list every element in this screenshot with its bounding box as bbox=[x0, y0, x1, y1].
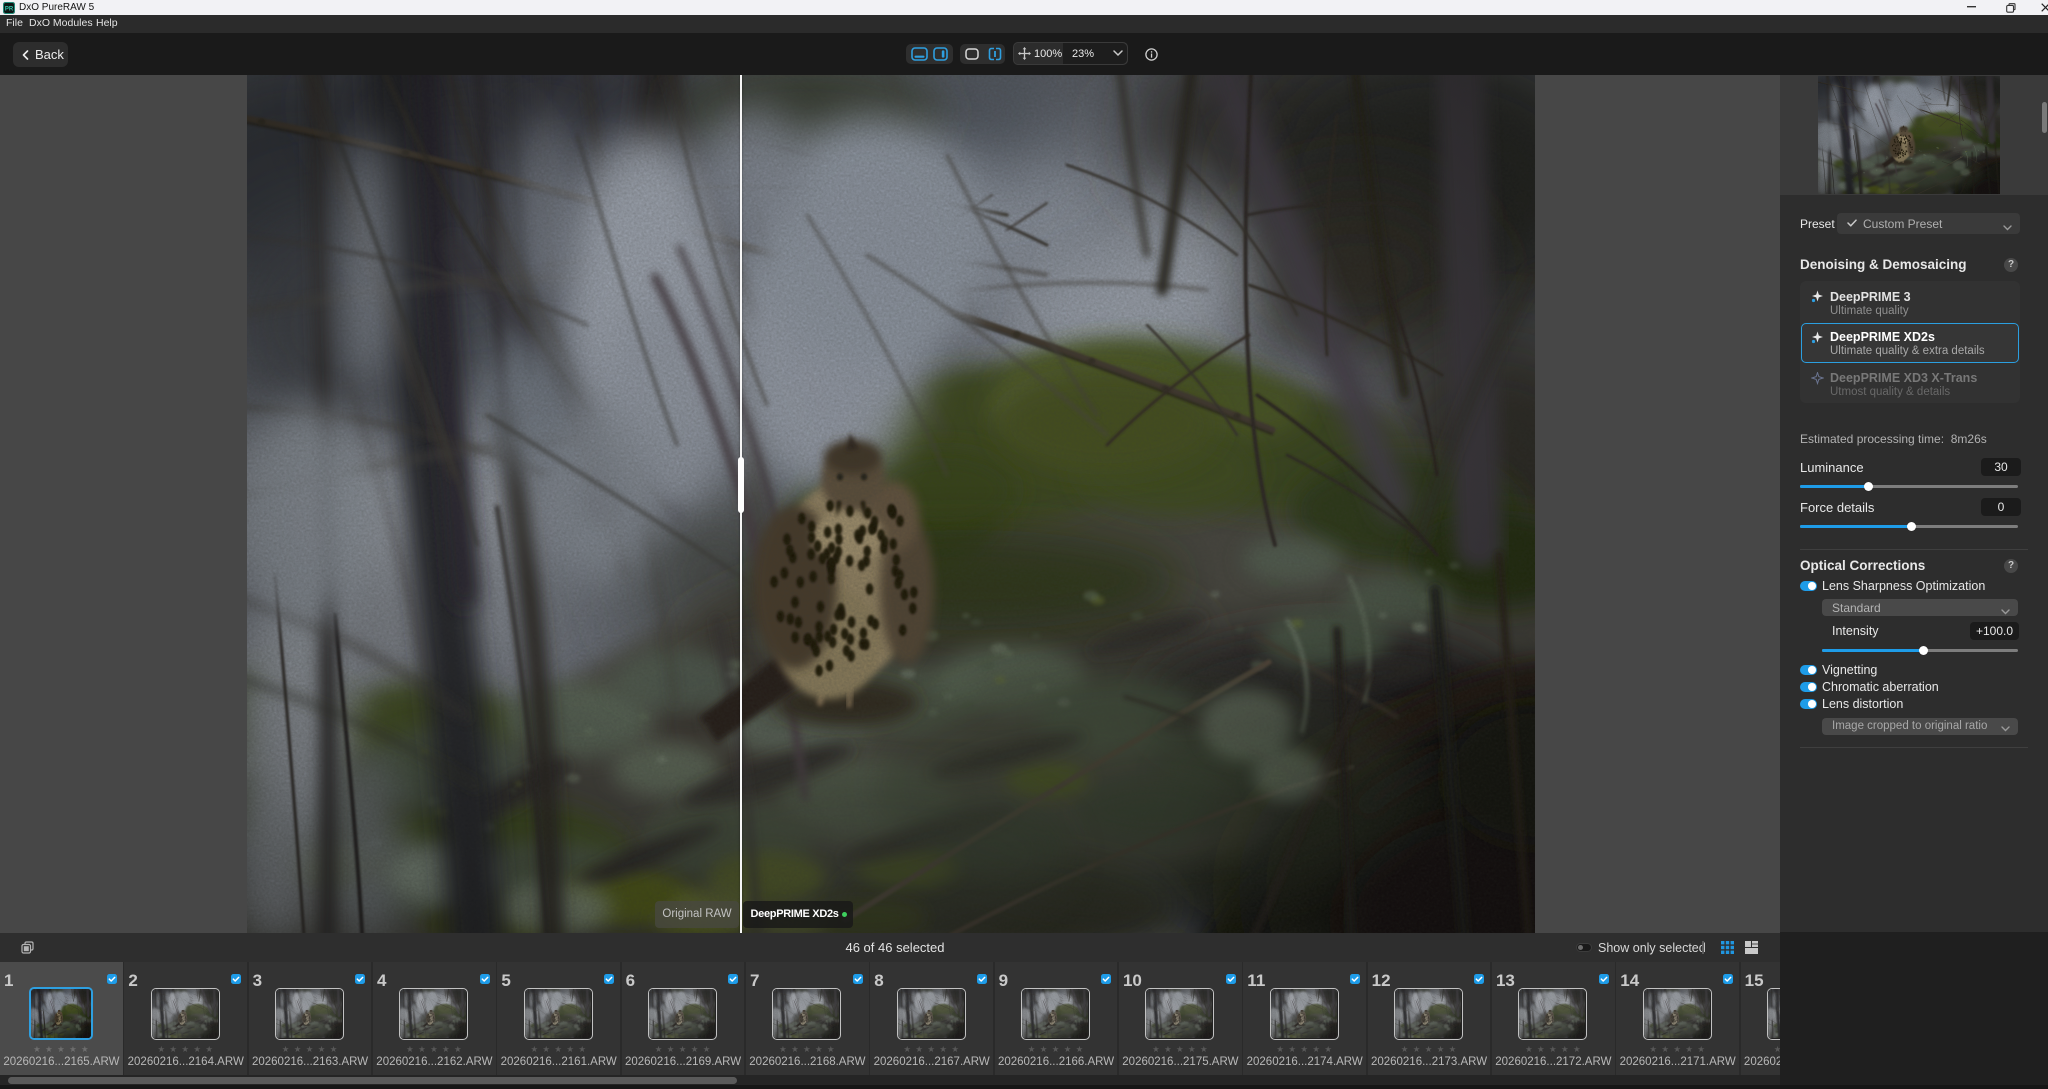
svg-text:PR: PR bbox=[5, 6, 14, 12]
